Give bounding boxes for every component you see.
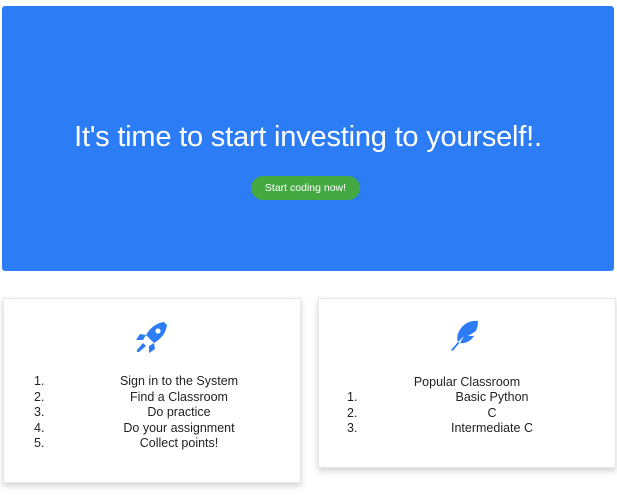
step-label: Do your assignment	[123, 420, 235, 435]
list-item[interactable]: 3. Intermediate C	[347, 421, 587, 437]
course-label[interactable]: Basic Python	[397, 390, 587, 406]
step-number: 5.	[34, 436, 45, 450]
list-item: 1. Sign in to the System	[34, 374, 274, 390]
step-label: Do practice	[147, 405, 211, 419]
rocket-icon	[136, 322, 167, 353]
list-item[interactable]: 2. C	[347, 406, 587, 422]
steps-card: 1. Sign in to the System 2. Find a Classro…	[3, 298, 301, 483]
step-number: 3.	[34, 405, 45, 419]
hero-banner: It's time to start investing to yourself…	[2, 6, 614, 271]
course-label[interactable]: Intermediate C	[397, 421, 587, 437]
steps-list: 1. Sign in to the System 2. Find a Classro…	[34, 374, 274, 452]
step-label: Find a Classroom	[130, 389, 228, 404]
feather-icon	[451, 320, 478, 351]
step-label: Collect points!	[139, 436, 219, 450]
popular-classroom-title: Popular Classroom	[413, 375, 521, 389]
course-number: 1.	[347, 390, 358, 404]
course-number: 2.	[347, 405, 358, 420]
popular-classroom-list: 1. Basic Python 2. C 3. Intermediate C	[347, 390, 587, 437]
start-coding-button[interactable]: Start coding now!	[251, 176, 360, 200]
list-item: 5. Collect points!	[34, 436, 274, 452]
step-number: 1.	[34, 374, 45, 388]
list-item: 4. Do your assignment	[34, 421, 274, 437]
step-number: 2.	[34, 389, 45, 404]
popular-classroom-card: Popular Classroom 1. Basic Python 2. C 3. I…	[318, 298, 616, 468]
step-number: 4.	[34, 420, 45, 435]
step-label: Sign in to the System	[119, 374, 239, 388]
hero-title: It's time to start investing to yourself…	[74, 121, 542, 153]
list-item: 2. Find a Classroom	[34, 390, 274, 406]
course-number: 3.	[347, 421, 358, 435]
list-item: 3. Do practice	[34, 405, 274, 421]
list-item[interactable]: 1. Basic Python	[347, 390, 587, 406]
course-label[interactable]: C	[397, 406, 587, 422]
